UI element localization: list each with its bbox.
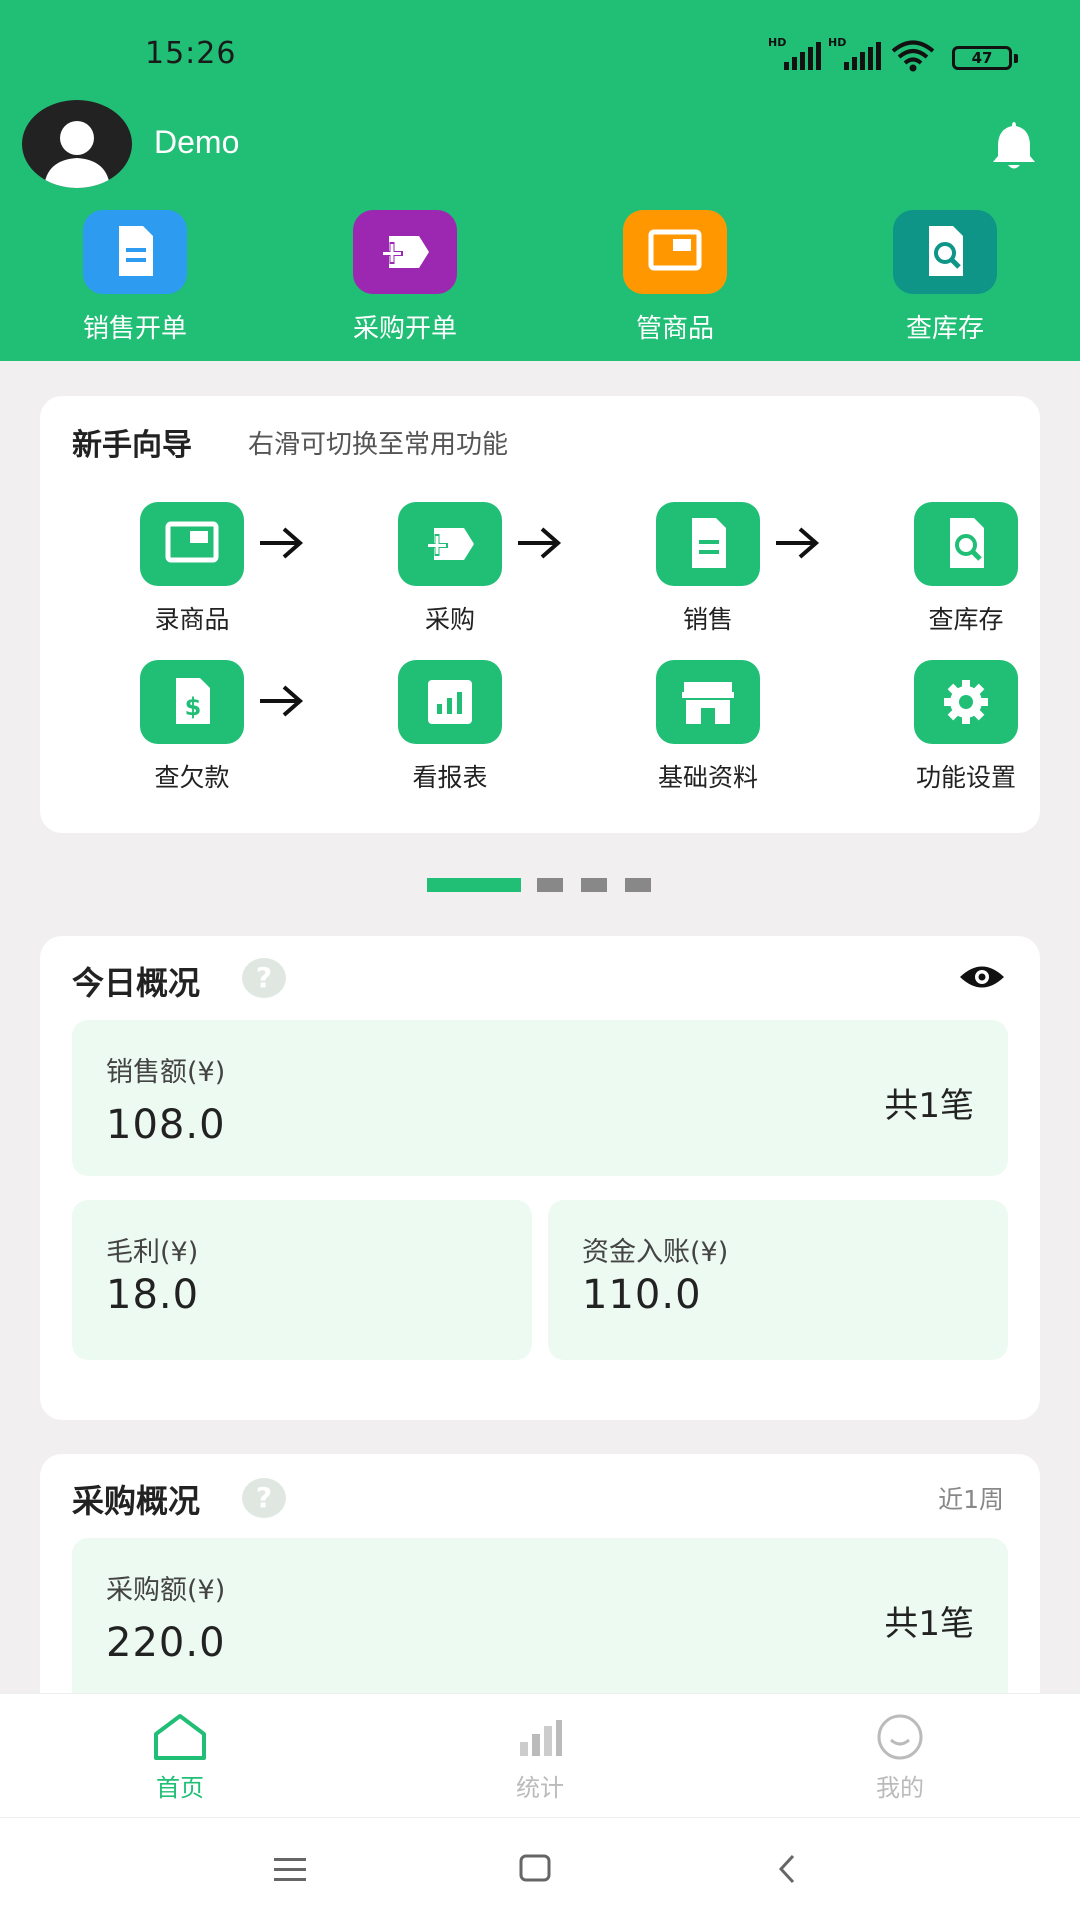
guide-item-label: 基础资料 xyxy=(657,763,758,792)
tag-plus-icon xyxy=(353,210,457,294)
nav-home[interactable]: 首页 xyxy=(100,1712,260,1803)
arrow-right-icon xyxy=(776,527,820,559)
menu-icon[interactable] xyxy=(272,1854,308,1884)
home-icon xyxy=(154,1714,206,1760)
avatar[interactable] xyxy=(22,100,132,188)
quick-action-sales-order[interactable]: 销售开单 xyxy=(55,210,215,345)
document-icon xyxy=(656,502,760,586)
purchase-count: 共1笔 xyxy=(884,1604,974,1644)
sales-panel[interactable]: 销售额(¥) 108.0 共1笔 xyxy=(72,1020,1008,1176)
gear-icon xyxy=(914,660,1018,744)
guide-item-check-debt[interactable]: $ 查欠款 xyxy=(112,660,272,794)
purchase-range[interactable]: 近1周 xyxy=(938,1480,1004,1516)
store-icon xyxy=(656,660,760,744)
guide-item-label: 看报表 xyxy=(412,763,488,792)
nav-mine[interactable]: 我的 xyxy=(820,1712,980,1803)
svg-text:$: $ xyxy=(185,693,202,721)
guide-item-basic-data[interactable]: 基础资料 xyxy=(628,660,788,794)
guide-subtitle: 右滑可切换至常用功能 xyxy=(248,430,509,460)
home-button-icon[interactable] xyxy=(518,1852,552,1884)
gross-profit-label: 毛利(¥) xyxy=(106,1237,199,1268)
guide-item-label: 采购 xyxy=(424,605,475,634)
sales-count: 共1笔 xyxy=(884,1086,974,1126)
page-dot xyxy=(581,878,607,892)
sales-value: 108.0 xyxy=(106,1102,226,1148)
bottom-navigation: 首页 统计 我的 xyxy=(0,1693,1080,1817)
quick-action-purchase-order[interactable]: 采购开单 xyxy=(325,210,485,345)
product-card-icon xyxy=(140,502,244,586)
page-dot xyxy=(537,878,563,892)
document-icon xyxy=(83,210,187,294)
guide-item-label: 录商品 xyxy=(154,605,230,634)
purchase-amount-label: 采购额(¥) xyxy=(106,1575,226,1606)
page-dot-active xyxy=(427,878,521,892)
guide-item-sales[interactable]: 销售 xyxy=(628,502,788,636)
sim2-label: HD xyxy=(828,36,847,49)
sim1-label: HD xyxy=(768,36,787,49)
beginner-guide-card[interactable]: 新手向导 右滑可切换至常用功能 录商品 采购 销售 查库存 $ 查欠款 看报表 … xyxy=(40,396,1040,833)
dollar-document-icon: $ xyxy=(140,660,244,744)
guide-item-settings[interactable]: 功能设置 xyxy=(886,660,1046,794)
purchase-title: 采购概况 xyxy=(72,1482,201,1520)
username[interactable]: Demo xyxy=(154,124,239,161)
statistics-icon xyxy=(520,1720,562,1756)
income-label: 资金入账(¥) xyxy=(582,1237,729,1268)
quick-action-label: 管商品 xyxy=(635,314,714,344)
arrow-right-icon xyxy=(260,527,304,559)
search-document-icon xyxy=(914,502,1018,586)
arrow-right-icon xyxy=(518,527,562,559)
guide-item-label: 功能设置 xyxy=(915,763,1016,792)
nav-label: 我的 xyxy=(876,1774,924,1802)
product-card-icon xyxy=(623,210,727,294)
gross-profit-value: 18.0 xyxy=(106,1272,200,1318)
today-title: 今日概况 xyxy=(72,964,201,1002)
signal-icon: HD xyxy=(768,36,821,70)
signal-icon-2: HD xyxy=(828,36,881,70)
guide-item-label: 销售 xyxy=(682,605,733,634)
purchase-amount-value: 220.0 xyxy=(106,1620,226,1666)
quick-action-manage-products[interactable]: 管商品 xyxy=(595,210,755,345)
page-indicator xyxy=(0,878,1080,892)
battery-level: 47 xyxy=(971,49,993,67)
back-icon[interactable] xyxy=(772,1852,802,1886)
status-time: 15:26 xyxy=(145,36,237,71)
wifi-icon xyxy=(891,40,935,72)
battery-icon: 47 xyxy=(952,46,1018,70)
nav-label: 首页 xyxy=(156,1774,204,1802)
nav-label: 统计 xyxy=(516,1774,564,1802)
quick-action-label: 查库存 xyxy=(905,314,984,344)
income-value: 110.0 xyxy=(582,1272,702,1318)
guide-item-label: 查欠款 xyxy=(154,763,230,792)
bar-chart-icon xyxy=(398,660,502,744)
arrow-right-icon xyxy=(260,685,304,717)
quick-action-check-inventory[interactable]: 查库存 xyxy=(865,210,1025,345)
guide-item-label: 查库存 xyxy=(928,605,1004,634)
help-icon[interactable]: ? xyxy=(242,1478,286,1518)
guide-item-check-inventory[interactable]: 查库存 xyxy=(886,502,1046,636)
income-panel[interactable]: 资金入账(¥) 110.0 xyxy=(548,1200,1008,1360)
nav-statistics[interactable]: 统计 xyxy=(460,1712,620,1803)
app-header: 15:26 HD HD 47 Demo 销售开单 采购开单 管商品 查库存 xyxy=(0,0,1080,361)
eye-icon[interactable] xyxy=(958,962,1006,992)
page-dot xyxy=(625,878,651,892)
system-navigation-bar xyxy=(0,1817,1080,1920)
bell-icon[interactable] xyxy=(988,118,1040,172)
sales-label: 销售额(¥) xyxy=(106,1057,226,1088)
guide-item-view-reports[interactable]: 看报表 xyxy=(370,660,530,794)
guide-item-purchase[interactable]: 采购 xyxy=(370,502,530,636)
quick-action-label: 采购开单 xyxy=(352,314,457,344)
today-overview-card: 今日概况 ? 销售额(¥) 108.0 共1笔 毛利(¥) 18.0 资金入账(… xyxy=(40,936,1040,1420)
guide-item-add-product[interactable]: 录商品 xyxy=(112,502,272,636)
quick-action-label: 销售开单 xyxy=(82,314,187,344)
search-document-icon xyxy=(893,210,997,294)
smile-icon xyxy=(877,1714,923,1760)
guide-title: 新手向导 xyxy=(72,428,192,463)
gross-profit-panel[interactable]: 毛利(¥) 18.0 xyxy=(72,1200,532,1360)
help-icon[interactable]: ? xyxy=(242,958,286,998)
tag-plus-icon xyxy=(398,502,502,586)
